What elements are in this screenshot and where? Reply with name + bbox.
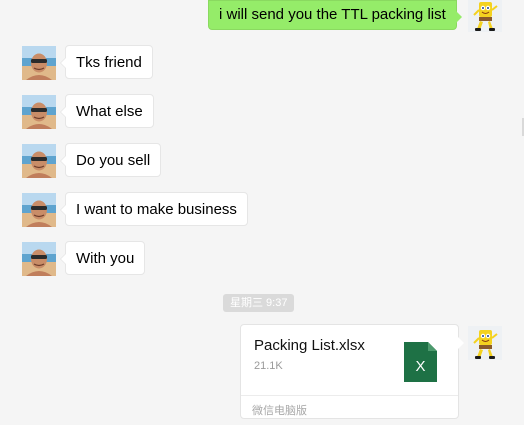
incoming-message[interactable]: Do you sell bbox=[59, 143, 162, 177]
beach-selfie-icon bbox=[22, 144, 56, 178]
sponge-figure-icon bbox=[468, 0, 502, 32]
message-timestamp: 星期三 9:37 bbox=[223, 294, 295, 312]
sponge-figure-icon bbox=[468, 326, 502, 360]
contact-avatar[interactable] bbox=[22, 95, 56, 129]
file-source-label: 微信电脑版 bbox=[252, 405, 307, 417]
file-card-divider bbox=[241, 395, 458, 396]
contact-avatar[interactable] bbox=[22, 242, 56, 276]
incoming-message[interactable]: Tks friend bbox=[60, 45, 153, 79]
incoming-message[interactable]: With you bbox=[59, 241, 146, 275]
file-message-card[interactable]: Packing List.xlsx 21.1K X 微信电脑版 bbox=[240, 324, 464, 419]
excel-file-icon: X bbox=[404, 342, 437, 382]
self-avatar[interactable] bbox=[468, 0, 502, 32]
excel-icon-letter: X bbox=[415, 358, 425, 375]
contact-avatar[interactable] bbox=[22, 46, 56, 80]
contact-avatar[interactable] bbox=[22, 144, 56, 178]
file-name: Packing List.xlsx bbox=[254, 337, 365, 354]
self-avatar[interactable] bbox=[468, 326, 502, 360]
beach-selfie-icon bbox=[22, 193, 56, 227]
incoming-message[interactable]: I want to make business bbox=[60, 192, 248, 226]
beach-selfie-icon bbox=[22, 95, 56, 129]
outgoing-message[interactable]: i will send you the TTL packing list bbox=[208, 0, 462, 30]
incoming-message[interactable]: What else bbox=[60, 94, 154, 128]
beach-selfie-icon bbox=[22, 242, 56, 276]
contact-avatar[interactable] bbox=[22, 193, 56, 227]
file-size: 21.1K bbox=[254, 360, 283, 372]
beach-selfie-icon bbox=[22, 46, 56, 80]
